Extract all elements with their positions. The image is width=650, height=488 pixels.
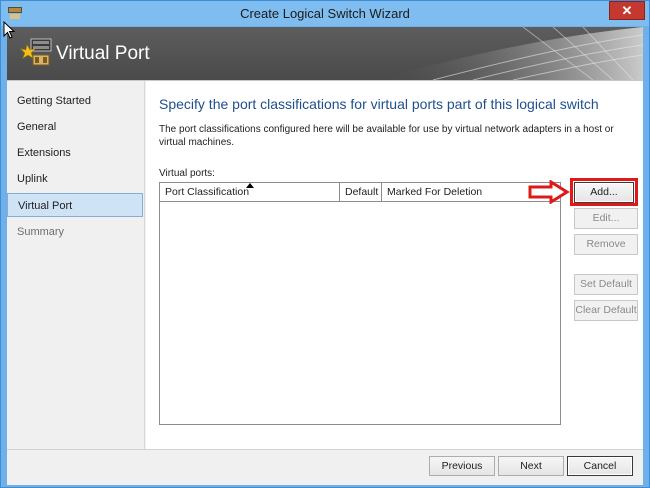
wizard-steps-nav: Getting Started General Extensions Uplin… (7, 81, 145, 449)
page-title: Virtual Port (56, 43, 150, 64)
virtual-ports-grid[interactable]: Port Classification Default Marked For D… (159, 182, 561, 425)
nav-item-extensions[interactable]: Extensions (7, 141, 143, 165)
next-button[interactable]: Next (498, 456, 564, 476)
nav-item-general[interactable]: General (7, 115, 143, 139)
remove-button[interactable]: Remove (574, 234, 638, 255)
virtual-switch-icon (20, 38, 52, 66)
nav-item-summary[interactable]: Summary (7, 220, 143, 244)
sort-ascending-icon (246, 183, 254, 188)
add-button[interactable]: Add... (574, 182, 634, 203)
previous-button[interactable]: Previous (429, 456, 495, 476)
grid-header: Port Classification Default Marked For D… (160, 183, 560, 202)
mouse-cursor-icon (3, 21, 15, 39)
window-title: Create Logical Switch Wizard (240, 6, 410, 21)
nav-item-virtual-port[interactable]: Virtual Port (7, 193, 143, 217)
set-default-button[interactable]: Set Default (574, 274, 638, 295)
title-bar: Create Logical Switch Wizard ✕ (1, 1, 649, 26)
nav-item-getting-started[interactable]: Getting Started (7, 89, 143, 113)
section-heading: Specify the port classifications for vir… (159, 96, 599, 112)
wizard-window: Create Logical Switch Wizard ✕ Virtual P… (0, 0, 650, 488)
main-content: Specify the port classifications for vir… (146, 81, 643, 449)
cancel-button[interactable]: Cancel (567, 456, 633, 476)
wizard-body: Getting Started General Extensions Uplin… (7, 80, 643, 485)
close-button[interactable]: ✕ (609, 1, 645, 20)
clear-default-button[interactable]: Clear Default (574, 300, 638, 321)
header-banner: Virtual Port (7, 27, 643, 80)
column-header-default[interactable]: Default (340, 183, 382, 202)
edit-button[interactable]: Edit... (574, 208, 638, 229)
banner-graphic (373, 27, 643, 80)
highlight-arrow-icon (528, 180, 570, 204)
nav-item-uplink[interactable]: Uplink (7, 167, 143, 191)
section-description: The port classifications configured here… (159, 124, 614, 148)
wizard-footer: Previous Next Cancel (7, 449, 643, 485)
virtual-ports-label: Virtual ports: (159, 168, 215, 179)
